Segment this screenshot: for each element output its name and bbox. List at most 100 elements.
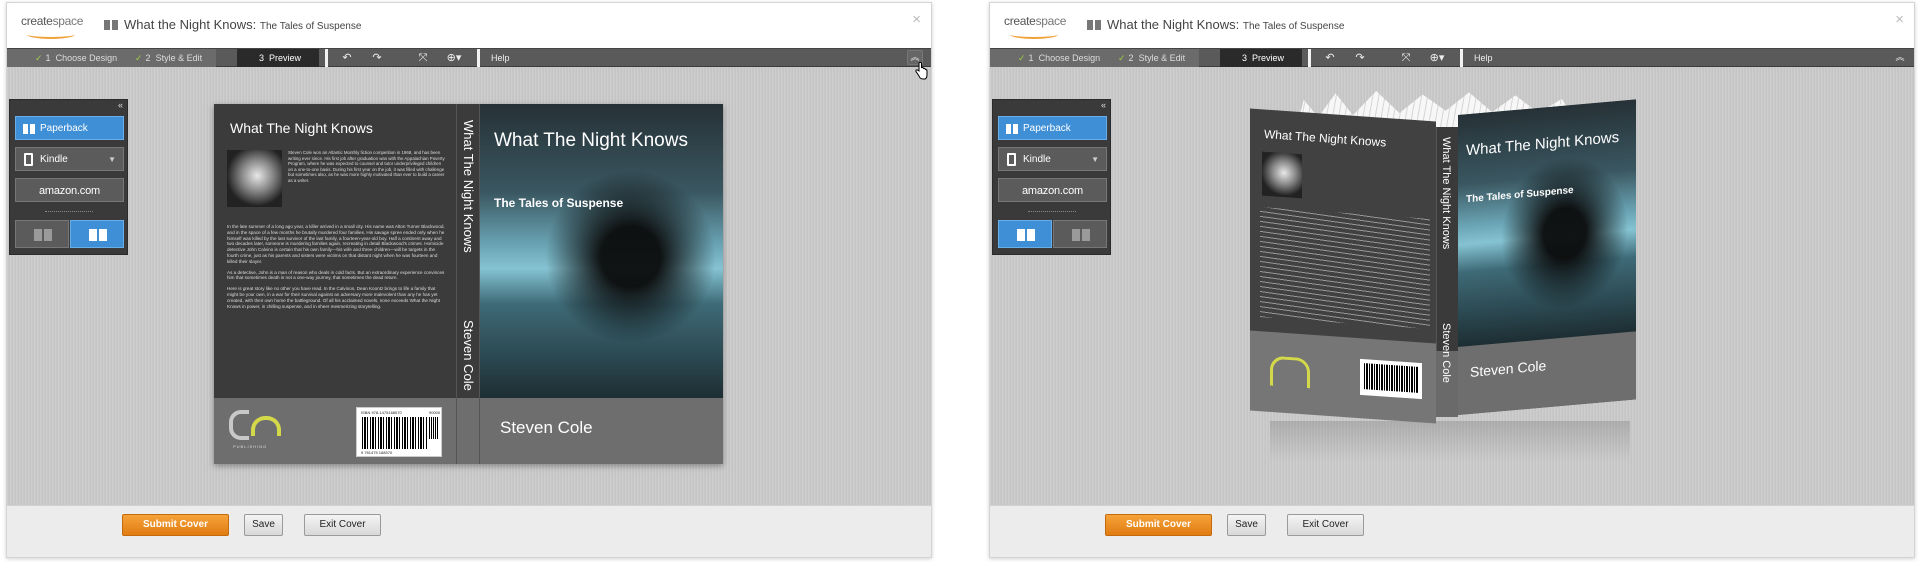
titlebar: createspace What the Night Knows: The Ta… <box>990 3 1914 48</box>
author-bio: Steven Cole won an Atlantic Monthly fict… <box>288 150 445 183</box>
toolbar-divider <box>325 49 328 67</box>
window-title: What the Night Knows: The Tales of Suspe… <box>1107 17 1344 32</box>
title-subtitle: The Tales of Suspense <box>1242 21 1345 32</box>
back-cover-title: What The Night Knows <box>230 120 373 136</box>
exit-cover-button[interactable]: Exit Cover <box>304 514 381 536</box>
front-cover-subtitle: The Tales of Suspense <box>494 196 624 210</box>
toolbar-divider <box>1460 49 1463 67</box>
isbn-barcode: ISBN 978-1475168570 90000 9 781475 16857… <box>356 407 442 457</box>
format-amazon[interactable]: amazon.com <box>998 178 1107 202</box>
book-icon <box>23 124 35 134</box>
back-cover: What The Night Knows Steven Cole won an … <box>214 104 456 464</box>
step-style-edit[interactable]: ✓ 2 Style & Edit <box>119 49 217 67</box>
undo-icon[interactable]: ↶ <box>1322 49 1338 67</box>
format-kindle[interactable]: Kindle ▼ <box>15 147 124 171</box>
preview-stage: « Paperback Kindle ▼ amazon.com What The … <box>990 67 1914 505</box>
fit-to-screen-icon[interactable]: ⤧ <box>415 49 431 67</box>
step-choose-design[interactable]: ✓ 1 Choose Design <box>990 49 1115 67</box>
toolbar: ✓ 1 Choose Design ✓ 2 Style & Edit 3 Previ… <box>990 48 1914 67</box>
front-cover-author: Steven Cole <box>500 418 593 437</box>
step-preview[interactable]: 3 Preview <box>1220 49 1303 67</box>
isbn-barcode <box>1360 358 1422 400</box>
cover-editor-window-3d: createspace What the Night Knows: The Ta… <box>989 2 1915 558</box>
help-link[interactable]: Help <box>1474 49 1493 67</box>
view-3d-button[interactable] <box>998 220 1052 248</box>
book-flat-icon <box>1072 229 1090 241</box>
spine: What The Night Knows Steven Cole <box>456 104 480 464</box>
chevron-down-icon: ▼ <box>1091 155 1099 164</box>
title-main: What the Night Knows: <box>1107 17 1240 32</box>
back-cover-blurb <box>1260 207 1430 329</box>
publisher-logo: PUBLISHING <box>229 410 289 452</box>
view-flat-button[interactable] <box>1053 220 1107 248</box>
redo-icon[interactable]: ↷ <box>369 49 385 67</box>
collapse-panel-icon[interactable]: « <box>118 100 123 110</box>
format-paperback[interactable]: Paperback <box>998 116 1107 140</box>
title-subtitle: The Tales of Suspense <box>259 21 362 32</box>
step-choose-design[interactable]: ✓ 1 Choose Design <box>7 49 132 67</box>
divider <box>1028 211 1076 213</box>
toolbar-divider <box>1308 49 1311 67</box>
collapse-toolbar-icon[interactable]: ︽ <box>1892 50 1908 65</box>
undo-icon[interactable]: ↶ <box>339 49 355 67</box>
submit-cover-button[interactable]: Submit Cover <box>122 514 229 536</box>
createspace-logo: createspace <box>21 14 83 39</box>
spine-title: What The Night Knows <box>1440 137 1452 250</box>
book-3d-icon <box>1017 229 1035 241</box>
book-3d-preview: What The Night Knows What The Night Know… <box>1240 91 1660 461</box>
author-photo <box>1262 151 1302 199</box>
view-flat-button[interactable] <box>70 220 124 248</box>
view-3d-button[interactable] <box>15 220 69 248</box>
publisher-logo <box>1270 355 1310 389</box>
cover-editor-window-flat: createspace What the Night Knows: The Ta… <box>6 2 932 558</box>
book-flat-icon <box>89 229 107 241</box>
save-button[interactable]: Save <box>244 514 283 536</box>
fit-to-screen-icon[interactable]: ⤧ <box>1398 49 1414 67</box>
help-link[interactable]: Help <box>491 49 510 67</box>
back-cover-blurb: In the late summer of a long ago year, a… <box>227 224 445 309</box>
book-icon <box>104 20 118 30</box>
front-cover: What The Night Knows The Tales of Suspen… <box>1458 99 1636 416</box>
zoom-icon[interactable]: ⊕▾ <box>1426 49 1448 67</box>
format-amazon[interactable]: amazon.com <box>15 178 124 202</box>
flat-cover: What The Night Knows Steven Cole won an … <box>214 104 723 464</box>
preview-stage: « Paperback Kindle ▼ amazon.com What The … <box>7 67 931 505</box>
close-icon[interactable]: × <box>912 11 921 28</box>
check-icon: ✓ <box>1118 53 1126 63</box>
check-icon: ✓ <box>1018 53 1026 63</box>
save-button[interactable]: Save <box>1227 514 1266 536</box>
author-photo <box>227 150 282 207</box>
zoom-icon[interactable]: ⊕▾ <box>443 49 465 67</box>
front-cover-title: What The Night Knows <box>494 130 688 151</box>
format-kindle[interactable]: Kindle ▼ <box>998 147 1107 171</box>
hand-cursor-icon <box>915 62 928 80</box>
exit-cover-button[interactable]: Exit Cover <box>1287 514 1364 536</box>
redo-icon[interactable]: ↷ <box>1352 49 1368 67</box>
format-panel: « Paperback Kindle ▼ amazon.com <box>9 99 128 255</box>
book-icon <box>1006 124 1018 134</box>
spine-author: Steven Cole <box>461 320 476 391</box>
spine-author: Steven Cole <box>1440 323 1452 383</box>
titlebar: createspace What the Night Knows: The Ta… <box>7 3 931 48</box>
createspace-logo: createspace <box>1004 14 1066 39</box>
check-icon: ✓ <box>35 53 43 63</box>
window-title: What the Night Knows: The Tales of Suspe… <box>124 17 361 32</box>
book-3d-icon <box>34 229 52 241</box>
front-cover: What The Night Knows The Tales of Suspen… <box>480 104 723 464</box>
book-icon <box>1087 20 1101 30</box>
step-style-edit[interactable]: ✓ 2 Style & Edit <box>1102 49 1200 67</box>
kindle-icon <box>1007 153 1016 166</box>
book-reflection <box>1270 421 1630 461</box>
step-preview[interactable]: 3 Preview <box>237 49 320 67</box>
footer: Submit Cover Save Exit Cover <box>7 505 931 557</box>
close-icon[interactable]: × <box>1895 11 1904 28</box>
format-panel: « Paperback Kindle ▼ amazon.com <box>992 99 1111 255</box>
format-paperback[interactable]: Paperback <box>15 116 124 140</box>
check-icon: ✓ <box>135 53 143 63</box>
kindle-icon <box>24 153 33 166</box>
toolbar: ✓ 1 Choose Design ✓ 2 Style & Edit 3 Previ… <box>7 48 931 67</box>
collapse-panel-icon[interactable]: « <box>1101 100 1106 110</box>
chevron-down-icon: ▼ <box>108 155 116 164</box>
submit-cover-button[interactable]: Submit Cover <box>1105 514 1212 536</box>
spine-title: What The Night Knows <box>461 120 476 253</box>
